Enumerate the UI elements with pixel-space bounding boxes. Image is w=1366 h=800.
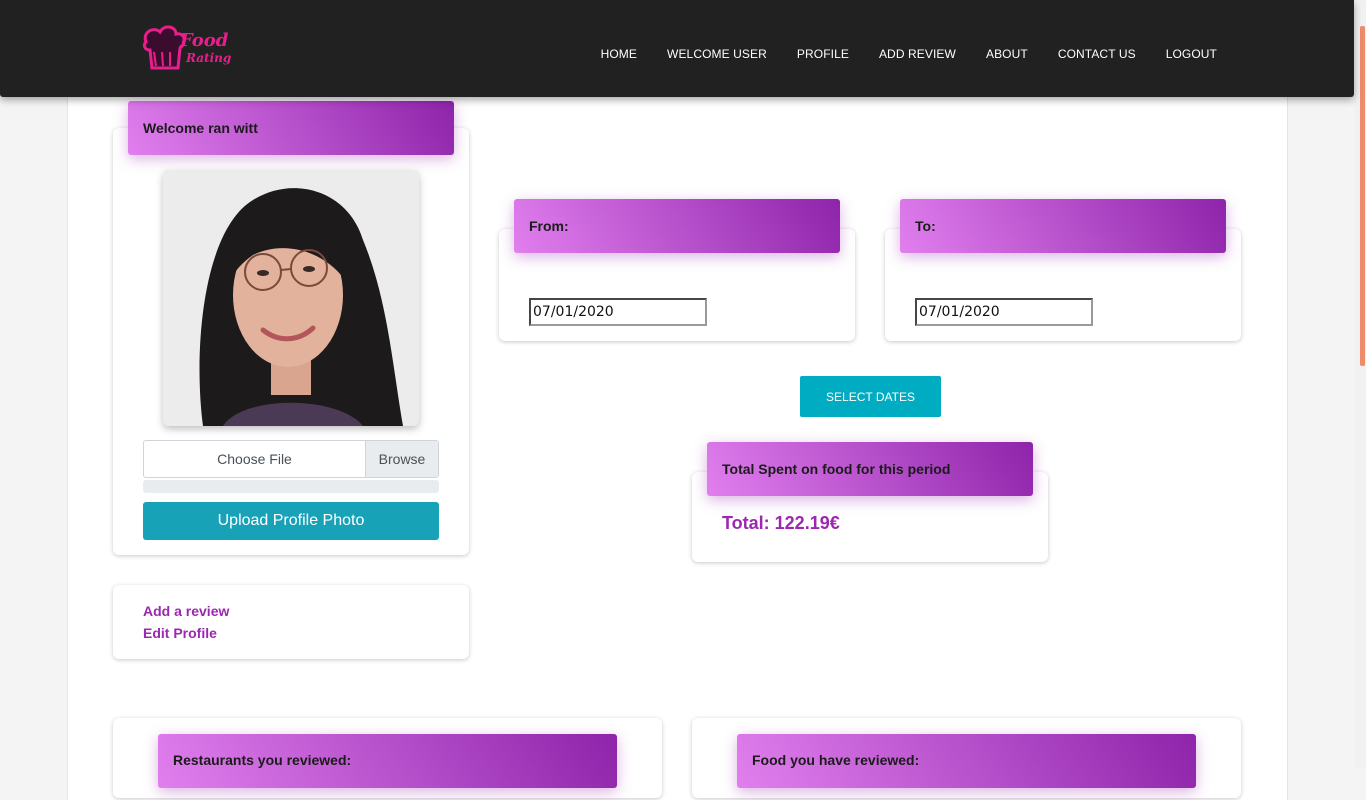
food-rating-logo[interactable]: Food Rating bbox=[140, 22, 235, 74]
choose-file-label[interactable]: Choose File bbox=[144, 441, 365, 477]
add-review-link[interactable]: Add a review bbox=[143, 603, 229, 619]
food-header-text: Food you have reviewed: bbox=[752, 752, 920, 768]
chef-hat-icon: Food Rating bbox=[142, 25, 231, 70]
total-amount: Total: 122.19€ bbox=[722, 513, 840, 533]
from-label: From: bbox=[529, 218, 569, 234]
from-header: From: bbox=[514, 199, 840, 253]
total-header-text: Total Spent on food for this period bbox=[722, 461, 951, 477]
nav-about[interactable]: ABOUT bbox=[986, 47, 1028, 61]
upload-profile-photo-button[interactable]: Upload Profile Photo bbox=[143, 502, 439, 540]
to-date-input[interactable]: 07/01/2020 bbox=[915, 298, 1093, 326]
svg-text:Food: Food bbox=[179, 30, 229, 51]
select-dates-button[interactable]: SELECT DATES bbox=[800, 376, 941, 417]
upload-progress-bar bbox=[143, 480, 439, 493]
quick-links-card bbox=[113, 585, 469, 659]
nav-welcome-user[interactable]: WELCOME USER bbox=[667, 47, 767, 61]
svg-text:Rating: Rating bbox=[185, 51, 231, 65]
welcome-header: Welcome ran witt bbox=[128, 101, 454, 155]
file-picker[interactable]: Choose File Browse bbox=[143, 440, 439, 478]
page-scrollbar[interactable] bbox=[1354, 0, 1366, 768]
welcome-text: Welcome ran witt bbox=[143, 120, 258, 136]
food-header: Food you have reviewed: bbox=[737, 734, 1196, 788]
nav-add-review[interactable]: ADD REVIEW bbox=[879, 47, 956, 61]
nav-home[interactable]: HOME bbox=[601, 47, 637, 61]
navbar: Food Rating HOME WELCOME USER PROFILE AD… bbox=[0, 0, 1354, 97]
avatar-portrait bbox=[163, 170, 419, 426]
total-header: Total Spent on food for this period bbox=[707, 442, 1033, 496]
from-date-input[interactable]: 07/01/2020 bbox=[529, 298, 707, 326]
restaurants-header: Restaurants you reviewed: bbox=[158, 734, 617, 788]
scroll-thumb[interactable] bbox=[1360, 26, 1365, 366]
edit-profile-link[interactable]: Edit Profile bbox=[143, 625, 217, 641]
browse-button[interactable]: Browse bbox=[365, 441, 438, 477]
to-label: To: bbox=[915, 218, 936, 234]
restaurants-header-text: Restaurants you reviewed: bbox=[173, 752, 352, 768]
nav-logout[interactable]: LOGOUT bbox=[1166, 47, 1217, 61]
nav-contact-us[interactable]: CONTACT US bbox=[1058, 47, 1136, 61]
profile-photo bbox=[163, 170, 419, 426]
nav-menu: HOME WELCOME USER PROFILE ADD REVIEW ABO… bbox=[571, 0, 1217, 107]
to-header: To: bbox=[900, 199, 1226, 253]
nav-profile[interactable]: PROFILE bbox=[797, 47, 849, 61]
